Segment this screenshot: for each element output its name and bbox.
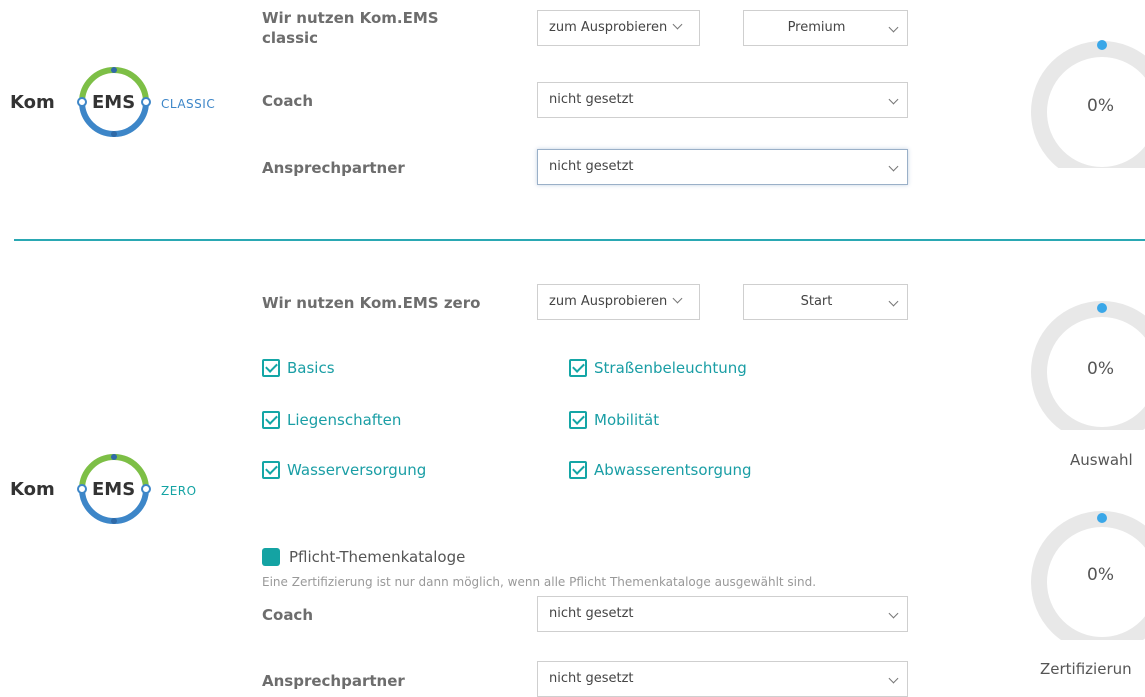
chevron-down-icon <box>888 673 899 684</box>
catalog-label: Basics <box>287 359 335 377</box>
chevron-down-icon <box>888 94 899 105</box>
select-value: Premium <box>787 20 846 35</box>
certification-progress-donut: 0% <box>1030 510 1145 640</box>
checkbox-checked-icon <box>262 411 280 429</box>
select-value: nicht gesetzt <box>549 92 634 107</box>
selection-progress-donut: 0% <box>1030 300 1145 430</box>
classic-contact-select[interactable]: nicht gesetzt <box>537 149 908 185</box>
legend-label: Pflicht-Themenkataloge <box>289 548 466 566</box>
legend-swatch <box>262 548 280 566</box>
checkbox-checked-icon <box>569 461 587 479</box>
logo-ems-text: EMS <box>92 479 136 500</box>
checkbox-checked-icon <box>569 359 587 377</box>
donut-percent-text: 0% <box>1087 96 1114 116</box>
zero-usage-select[interactable]: zum Ausprobieren <box>537 284 700 320</box>
select-value: zum Ausprobieren <box>549 20 668 35</box>
zero-usage-label: Wir nutzen Kom.EMS zero <box>262 294 481 312</box>
catalog-label: Wasserversorgung <box>287 461 427 479</box>
zero-contact-select[interactable]: nicht gesetzt <box>537 661 908 697</box>
kom-ems-classic-logo: Kom EMS CLASSIC <box>0 58 230 148</box>
chevron-down-icon <box>672 293 683 304</box>
catalog-label: Straßenbeleuchtung <box>594 359 747 377</box>
selection-progress-caption: Auswahl <box>1070 451 1133 469</box>
classic-progress-donut: 0% <box>1030 40 1145 168</box>
section-divider <box>14 239 1145 241</box>
classic-usage-select[interactable]: zum Ausprobieren <box>537 10 700 46</box>
kom-ems-zero-logo: Kom EMS ZERO <box>0 445 230 535</box>
checkbox-checked-icon <box>569 411 587 429</box>
catalog-label: Liegenschaften <box>287 411 402 429</box>
catalog-checkbox-liegenschaften[interactable]: Liegenschaften <box>262 408 401 432</box>
checkbox-checked-icon <box>262 461 280 479</box>
select-value: nicht gesetzt <box>549 159 634 174</box>
catalog-label: Mobilität <box>594 411 660 429</box>
catalog-checkbox-mobilitaet[interactable]: Mobilität <box>569 408 659 432</box>
donut-percent-text: 0% <box>1087 359 1114 379</box>
logo-variant-text: CLASSIC <box>161 97 216 111</box>
classic-contact-label: Ansprechpartner <box>262 159 405 177</box>
zero-coach-label: Coach <box>262 606 314 624</box>
checkbox-checked-icon <box>262 359 280 377</box>
logo-kom-text: Kom <box>10 92 55 113</box>
chevron-down-icon <box>888 22 899 33</box>
certification-note: Eine Zertifizierung ist nur dann möglich… <box>262 575 817 589</box>
select-value: Start <box>800 294 833 309</box>
select-value: nicht gesetzt <box>549 671 634 686</box>
catalog-checkbox-abwasserentsorgung[interactable]: Abwasserentsorgung <box>569 458 752 482</box>
logo-kom-text: Kom <box>10 479 55 500</box>
chevron-down-icon <box>672 19 683 30</box>
classic-coach-label: Coach <box>262 92 314 110</box>
catalog-checkbox-strassenbeleuchtung[interactable]: Straßenbeleuchtung <box>569 356 747 380</box>
chevron-down-icon <box>888 161 899 172</box>
catalog-label: Abwasserentsorgung <box>594 461 752 479</box>
zero-tier-select[interactable]: Start <box>743 284 908 320</box>
zero-contact-label: Ansprechpartner <box>262 672 405 690</box>
chevron-down-icon <box>888 608 899 619</box>
chevron-down-icon <box>888 296 899 307</box>
logo-ems-text: EMS <box>92 92 136 113</box>
logo-variant-text: ZERO <box>161 484 197 498</box>
classic-usage-label: Wir nutzen Kom.EMS classic <box>262 9 439 47</box>
catalog-checkbox-basics[interactable]: Basics <box>262 356 335 380</box>
zero-coach-select[interactable]: nicht gesetzt <box>537 596 908 632</box>
classic-tier-select[interactable]: Premium <box>743 10 908 46</box>
catalog-checkbox-wasserversorgung[interactable]: Wasserversorgung <box>262 458 426 482</box>
certification-progress-caption: Zertifizierun <box>1040 660 1132 678</box>
select-value: zum Ausprobieren <box>549 294 668 309</box>
donut-percent-text: 0% <box>1087 565 1114 585</box>
select-value: nicht gesetzt <box>549 606 634 621</box>
classic-coach-select[interactable]: nicht gesetzt <box>537 82 908 118</box>
